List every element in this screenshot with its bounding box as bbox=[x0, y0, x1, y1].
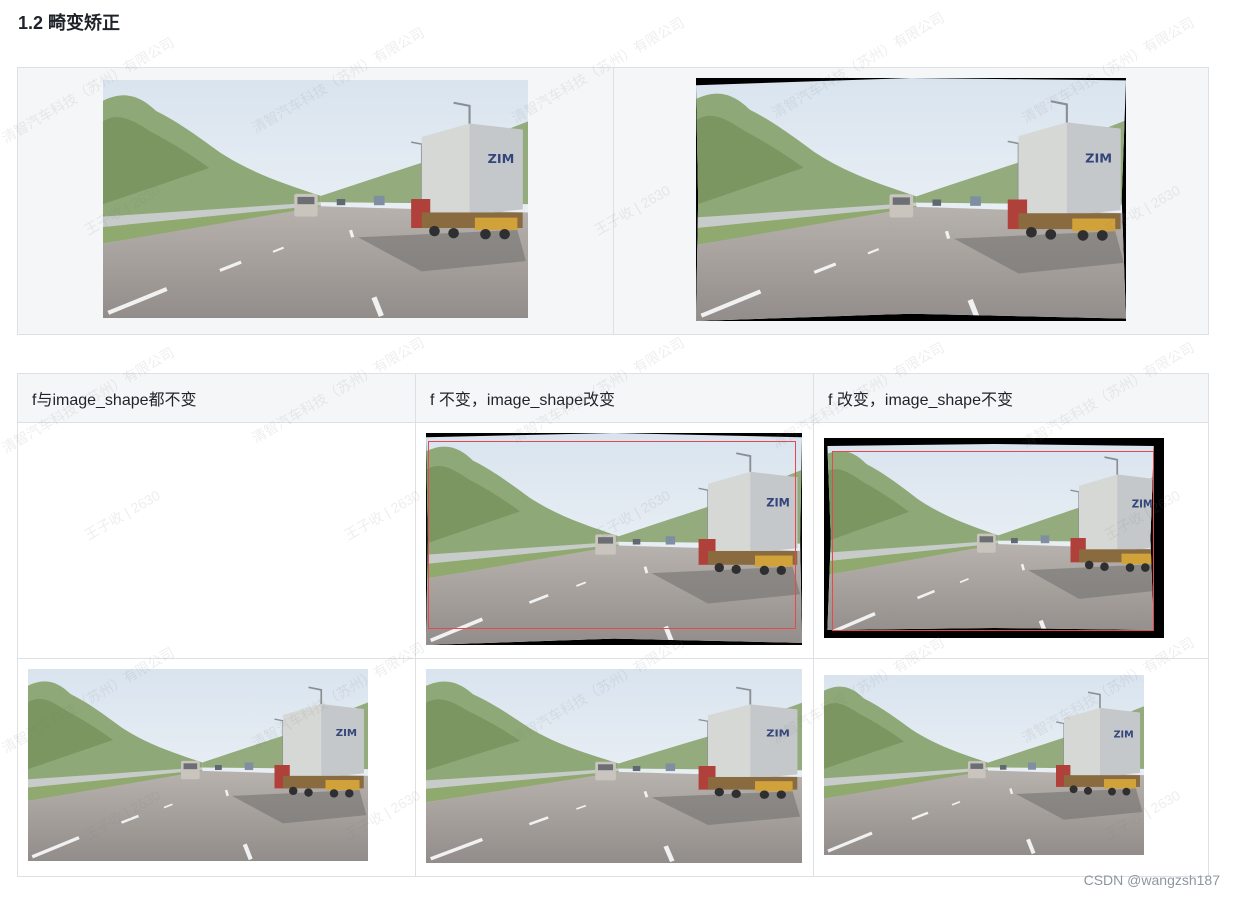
section-heading: 1.2 畸变矫正 bbox=[18, 13, 121, 33]
undistorted-photo bbox=[696, 78, 1126, 321]
author-credit: CSDN @wangzsh187 bbox=[1083, 872, 1220, 888]
column-header: f 不变，image_shape改变 bbox=[415, 373, 814, 423]
comparison-table-top bbox=[17, 67, 1209, 335]
result-photo-f-changed bbox=[824, 675, 1144, 855]
table-cell bbox=[17, 67, 614, 335]
empty-cell bbox=[17, 422, 416, 659]
distortion-photo-f-changed bbox=[824, 438, 1164, 638]
result-photo-shape-changed bbox=[426, 669, 802, 863]
table-cell bbox=[415, 658, 814, 877]
column-header: f与image_shape都不变 bbox=[17, 373, 416, 423]
original-photo bbox=[103, 80, 528, 318]
comparison-table-bottom: f与image_shape都不变 f 不变，image_shape改变 f 改变… bbox=[17, 373, 1209, 877]
distortion-photo-shape-changed bbox=[426, 433, 802, 645]
column-header: f 改变，image_shape不变 bbox=[813, 373, 1209, 423]
table-cell bbox=[813, 422, 1209, 659]
table-cell bbox=[415, 422, 814, 659]
table-cell bbox=[17, 658, 416, 877]
table-cell bbox=[813, 658, 1209, 877]
table-cell bbox=[613, 67, 1209, 335]
result-photo-unchanged bbox=[28, 669, 368, 861]
